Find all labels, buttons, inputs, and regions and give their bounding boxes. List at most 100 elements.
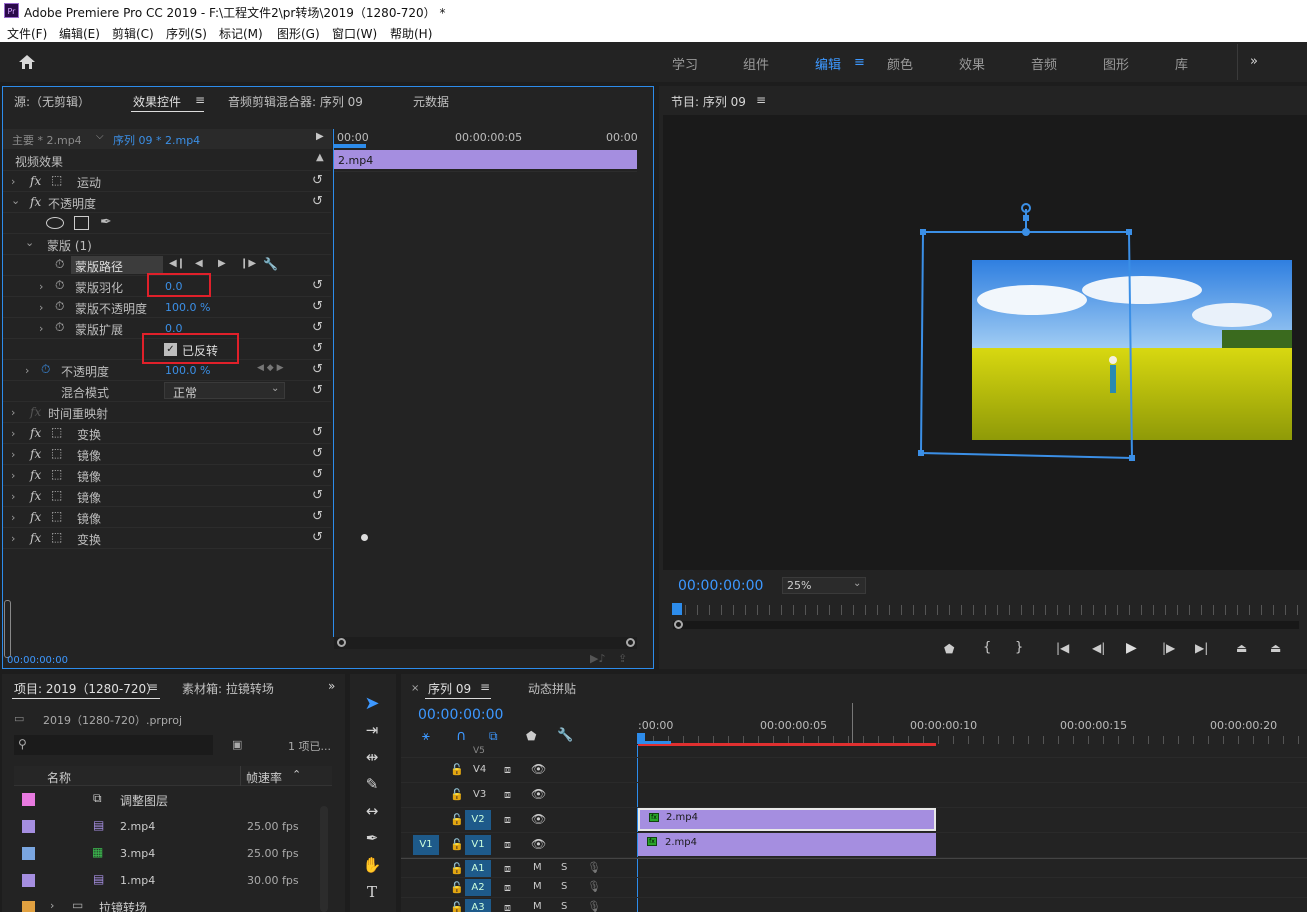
stopwatch-icon[interactable]: ⏱	[55, 320, 64, 335]
ec-clip-bar[interactable]	[334, 150, 637, 169]
expand-chevron-icon[interactable]: ›	[39, 322, 43, 335]
reset-icon[interactable]: ↺	[312, 300, 326, 313]
project-item-1mp4[interactable]: ▤ 1.mp4 30.00 fps	[14, 867, 332, 894]
menu-sequence[interactable]: 序列(S)	[166, 25, 207, 42]
expand-chevron-icon[interactable]: ›	[50, 899, 54, 912]
expand-chevron-icon[interactable]: ›	[11, 490, 15, 503]
lock-icon[interactable]: 🔓	[450, 901, 464, 912]
sync-lock-icon[interactable]: ⧈	[504, 901, 511, 912]
panel-menu-icon[interactable]: ≡	[480, 680, 490, 694]
expand-chevron-icon[interactable]: ›	[11, 469, 15, 482]
label-color-swatch[interactable]	[22, 820, 35, 833]
workspace-learn[interactable]: 学习	[672, 54, 698, 73]
eye-icon[interactable]: 👁	[531, 812, 546, 826]
track-target-v1[interactable]: V1	[465, 835, 491, 855]
sync-lock-icon[interactable]: ⧈	[504, 881, 511, 895]
effect-row-mirror-1[interactable]: › fx ⬚ 镜像 ↺	[3, 444, 331, 465]
linked-selection-icon[interactable]: ⧉	[489, 729, 498, 744]
track-target-v2[interactable]: V2	[465, 810, 491, 830]
project-item-folder[interactable]: › ▭ 拉镜转场	[14, 894, 332, 912]
stopwatch-active-icon[interactable]: ⏱	[41, 362, 50, 377]
sync-lock-icon[interactable]: ⧈	[504, 788, 511, 802]
master-clip-label[interactable]: 主要 * 2.mp4	[12, 132, 82, 148]
pen-tool-icon[interactable]: ✒	[362, 829, 382, 849]
track-select-tool-icon[interactable]: ⇥	[362, 721, 382, 741]
reset-icon[interactable]: ↺	[312, 195, 326, 208]
keyframe-nav-icon[interactable]: ◀ ◆ ▶	[257, 363, 284, 373]
menu-clip[interactable]: 剪辑(C)	[112, 25, 154, 42]
lock-icon[interactable]: 🔓	[450, 881, 464, 894]
mute-button[interactable]: M	[533, 901, 542, 912]
lift-icon[interactable]: ⏏	[1236, 641, 1247, 655]
collapse-chevron-icon[interactable]: ⌄	[25, 236, 34, 249]
chevron-down-icon[interactable]: ⌵	[96, 131, 104, 142]
solo-button[interactable]: S	[561, 862, 567, 873]
reset-icon[interactable]: ↺	[312, 447, 326, 460]
tab-project[interactable]: 项目: 2019（1280-720）	[14, 680, 158, 697]
more-tabs-icon[interactable]: »	[328, 679, 335, 693]
track-target-a2[interactable]: A2	[465, 879, 491, 896]
reset-icon[interactable]: ↺	[312, 468, 326, 481]
ec-timecode[interactable]: 00:00:00:00	[7, 655, 68, 666]
fx-icon[interactable]: fx	[30, 195, 41, 209]
mark-out-icon[interactable]: }	[1015, 640, 1023, 655]
effect-row-transform-2[interactable]: › fx ⬚ 变换 ↺	[3, 528, 331, 549]
sync-lock-icon[interactable]: ⧈	[504, 763, 511, 777]
play-arrow-icon[interactable]: ▶	[316, 131, 324, 142]
time-remap-row[interactable]: › fx 时间重映射	[3, 402, 331, 423]
solo-button[interactable]: S	[561, 901, 567, 912]
reset-icon[interactable]: ↺	[312, 426, 326, 439]
workspace-assembly[interactable]: 组件	[743, 54, 769, 73]
effect-row-transform-1[interactable]: › fx ⬚ 变换 ↺	[3, 423, 331, 444]
workspace-color[interactable]: 颜色	[887, 54, 913, 73]
export-frame-icon[interactable]: ⇪	[618, 652, 627, 665]
track-back-one-icon[interactable]: ◀	[195, 258, 203, 269]
project-scrollbar[interactable]	[320, 806, 328, 912]
go-to-in-icon[interactable]: |◀	[1056, 641, 1069, 655]
expand-chevron-icon[interactable]: ›	[11, 175, 15, 188]
ripple-edit-tool-icon[interactable]: ⇹	[362, 748, 382, 768]
keyframe-dot[interactable]	[361, 534, 368, 541]
program-timecode[interactable]: 00:00:00:00	[678, 578, 763, 594]
blend-mode-dropdown[interactable]: 正常 ⌄	[164, 382, 285, 400]
project-item-2mp4[interactable]: ▤ 2.mp4 25.00 fps	[14, 813, 332, 840]
slip-tool-icon[interactable]: ↔	[362, 802, 382, 822]
eye-icon[interactable]: 👁	[531, 837, 546, 851]
go-to-out-icon[interactable]: ▶|	[1195, 641, 1208, 655]
menu-file[interactable]: 文件(F)	[7, 25, 47, 42]
reset-icon[interactable]: ↺	[312, 531, 326, 544]
wrench-icon[interactable]: 🔧	[263, 257, 278, 271]
opacity-value[interactable]: 100.0 %	[165, 364, 210, 377]
eye-icon[interactable]: 👁	[531, 762, 546, 776]
menu-window[interactable]: 窗口(W)	[332, 25, 377, 42]
fx-icon[interactable]: fx	[30, 447, 41, 461]
workspace-libraries[interactable]: 库	[1175, 54, 1188, 73]
ec-scrollbar[interactable]	[334, 637, 637, 649]
track-backward-icon[interactable]: ◀❙	[169, 258, 185, 269]
tab-audio-mixer[interactable]: 音频剪辑混合器: 序列 09	[228, 93, 363, 110]
menu-marker[interactable]: 标记(M)	[219, 25, 263, 42]
timeline-clip-v2[interactable]: fx 2.mp4	[638, 808, 936, 831]
tab-sequence-09[interactable]: 序列 09	[428, 680, 471, 697]
reset-icon[interactable]: ↺	[312, 510, 326, 523]
effect-row-mirror-2[interactable]: › fx ⬚ 镜像 ↺	[3, 465, 331, 486]
extract-icon[interactable]: ⏏	[1270, 641, 1281, 655]
timeline-clip-v1[interactable]: fx 2.mp4	[638, 833, 936, 856]
menu-graphics[interactable]: 图形(G)	[277, 25, 320, 42]
workspace-audio[interactable]: 音频	[1031, 54, 1057, 73]
mute-button[interactable]: M	[533, 862, 542, 873]
new-bin-from-search-icon[interactable]: ▣	[232, 738, 242, 751]
expand-chevron-icon[interactable]: ›	[39, 301, 43, 314]
fx-icon[interactable]: fx	[30, 468, 41, 482]
microphone-icon[interactable]: 🎙	[587, 900, 601, 912]
mask-row[interactable]: ⌄ 蒙版 (1)	[3, 234, 331, 255]
track-label[interactable]: V3	[473, 789, 486, 800]
workspace-editing[interactable]: 编辑	[815, 54, 841, 73]
microphone-icon[interactable]: 🎙	[587, 880, 601, 893]
snap-magnet-icon[interactable]: ∩	[456, 728, 466, 744]
hand-tool-icon[interactable]: ✋	[362, 856, 382, 876]
more-workspaces-icon[interactable]: »	[1250, 54, 1258, 69]
expand-chevron-icon[interactable]: ›	[11, 406, 15, 419]
expand-chevron-icon[interactable]: ›	[25, 364, 29, 377]
scroll-handle-left[interactable]	[337, 638, 346, 647]
